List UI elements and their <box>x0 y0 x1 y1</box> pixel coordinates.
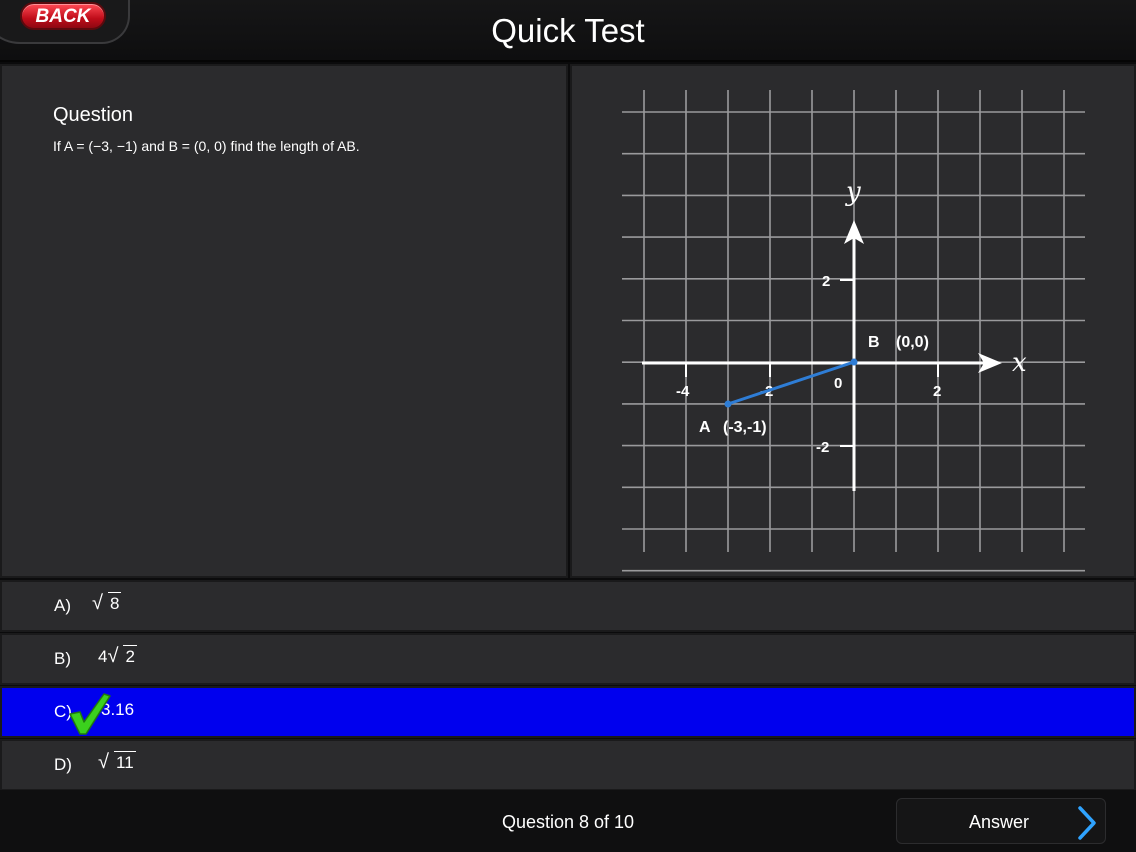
y-axis-label: y <box>845 177 861 207</box>
point-b <box>850 358 858 366</box>
point-a-label: A <box>699 419 711 436</box>
y-tick-label: -2 <box>816 439 829 456</box>
chevron-right-icon <box>1078 806 1096 840</box>
option-d[interactable]: D) 11 <box>0 739 1136 791</box>
option-c[interactable]: C) 3.16 <box>0 686 1136 738</box>
option-letter: B) <box>54 649 71 668</box>
origin-label: 0 <box>834 375 842 392</box>
coefficient: 4 <box>98 647 108 666</box>
correct-check-icon <box>69 693 111 735</box>
footer-bar: Question 8 of 10 Answer <box>0 790 1136 852</box>
coordinate-graph: x y 0 -4 -2 2 2 -2 B (0,0) A (-3,-1) <box>622 90 1085 572</box>
radicand: 8 <box>108 592 122 613</box>
y-tick-label: 2 <box>822 273 830 290</box>
question-panel: Question If A = (−3, −1) and B = (0, 0) … <box>0 64 568 578</box>
option-b[interactable]: B) 42 <box>0 633 1136 685</box>
point-a-coords: (-3,-1) <box>723 419 767 436</box>
point-b-coords: (0,0) <box>896 334 929 351</box>
point-a <box>724 400 732 408</box>
option-value: 8 <box>92 592 122 615</box>
x-axis-label: x <box>1012 348 1027 378</box>
header-bar: BACK Quick Test <box>0 0 1136 62</box>
x-tick-label: -4 <box>676 383 690 400</box>
point-b-label: B <box>868 334 880 351</box>
option-value: 11 <box>98 751 136 774</box>
radicand: 2 <box>123 645 137 666</box>
x-tick-label: 2 <box>933 383 941 400</box>
answer-button[interactable]: Answer <box>896 798 1106 844</box>
option-a[interactable]: A) 8 <box>0 580 1136 632</box>
page-title: Quick Test <box>491 12 645 49</box>
radicand: 11 <box>114 751 136 772</box>
question-heading: Question <box>53 104 134 126</box>
answer-label: Answer <box>969 812 1030 832</box>
option-letter: A) <box>54 596 71 615</box>
graph-panel: x y 0 -4 -2 2 2 -2 B (0,0) A (-3,-1) <box>570 64 1136 578</box>
option-value: 42 <box>98 645 137 668</box>
question-text: If A = (−3, −1) and B = (0, 0) find the … <box>53 138 360 154</box>
option-letter: D) <box>54 755 72 774</box>
